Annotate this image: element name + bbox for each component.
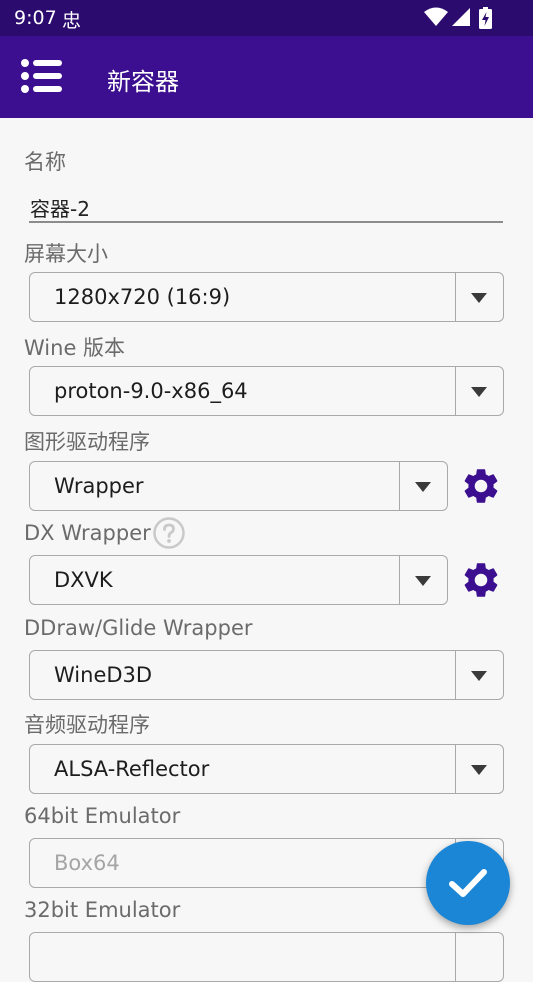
select-divider — [454, 273, 456, 321]
graphics-driver-select[interactable]: Wrapper — [29, 461, 448, 511]
emulator-32-select — [29, 932, 504, 982]
wifi-icon — [424, 7, 448, 26]
app-bar: 新容器 — [0, 36, 533, 118]
name-field[interactable]: 容器-2 — [29, 189, 503, 223]
wine-version-value: proton-9.0-x86_64 — [54, 379, 248, 403]
help-icon[interactable] — [153, 517, 185, 549]
emulator-64-value: Box64 — [54, 851, 120, 875]
dropdown-arrow-icon — [471, 387, 487, 397]
wine-version-select[interactable]: proton-9.0-x86_64 — [29, 366, 504, 416]
battery-charging-icon — [479, 7, 492, 29]
gear-icon[interactable] — [460, 559, 502, 601]
screen-size-select[interactable]: 1280x720 (16:9) — [29, 272, 504, 322]
signal-icon — [452, 8, 470, 26]
dropdown-arrow-icon — [471, 765, 487, 775]
select-divider — [454, 745, 456, 793]
dropdown-arrow-icon — [415, 482, 431, 492]
dropdown-arrow-icon — [415, 576, 431, 586]
status-time: 9:07 — [14, 7, 57, 29]
dx-wrapper-value: DXVK — [54, 568, 113, 592]
dx-wrapper-label: DX Wrapper — [24, 521, 151, 545]
ddraw-wrapper-select[interactable]: WineD3D — [29, 650, 504, 700]
screen-size-value: 1280x720 (16:9) — [54, 285, 231, 309]
wine-version-label: Wine 版本 — [24, 336, 126, 360]
name-value: 容器-2 — [30, 197, 90, 221]
page-title: 新容器 — [107, 68, 179, 96]
dx-wrapper-select[interactable]: DXVK — [29, 555, 448, 605]
name-label: 名称 — [24, 150, 66, 174]
dropdown-arrow-icon — [471, 293, 487, 303]
emulator-64-label: 64bit Emulator — [24, 804, 181, 828]
screen-size-label: 屏幕大小 — [24, 242, 108, 266]
select-divider — [398, 462, 400, 510]
gear-icon[interactable] — [460, 465, 502, 507]
select-divider — [454, 367, 456, 415]
emulator-32-label: 32bit Emulator — [24, 898, 181, 922]
status-bar: 9:07 忠 — [0, 0, 533, 36]
graphics-driver-value: Wrapper — [54, 474, 144, 498]
audio-driver-value: ALSA-Reflector — [54, 757, 210, 781]
audio-driver-select[interactable]: ALSA-Reflector — [29, 744, 504, 794]
menu-button[interactable] — [20, 58, 64, 96]
ddraw-wrapper-label: DDraw/Glide Wrapper — [24, 616, 253, 640]
audio-driver-label: 音频驱动程序 — [24, 713, 150, 737]
graphics-driver-label: 图形驱动程序 — [24, 430, 150, 454]
checkmark-icon — [449, 869, 487, 897]
select-divider — [454, 933, 456, 981]
confirm-button[interactable] — [426, 841, 510, 925]
select-divider — [398, 556, 400, 604]
notification-glyph: 忠 — [62, 10, 82, 32]
menu-list-icon — [21, 59, 62, 93]
select-divider — [454, 651, 456, 699]
dropdown-arrow-icon — [471, 671, 487, 681]
ddraw-wrapper-value: WineD3D — [54, 663, 153, 687]
